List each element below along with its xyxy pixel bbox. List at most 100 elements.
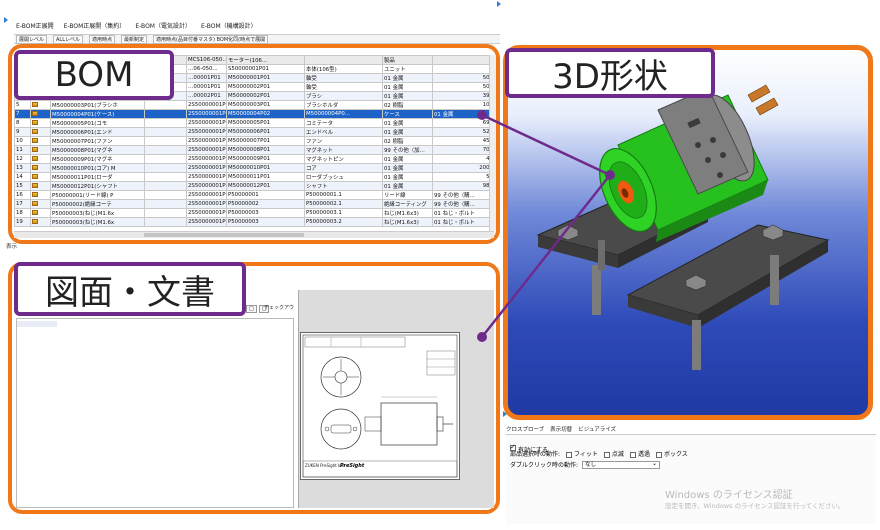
table-row[interactable]: 7M50000004P01(ケース)2S50000001P01M50000004… [14,109,495,119]
table-row[interactable]: 13 M50000010P01(コア) M 2S50000001P01M500000… [14,163,495,173]
tree-cell[interactable] [30,145,51,155]
item-cell: P50000002(絶縁コーテ [50,199,145,209]
parent-code-cell: 2S50000001P01 [186,190,227,200]
part-code-cell: M50000001P01 [226,73,305,83]
name-cell: 99 その他（加… [382,145,433,155]
expand-level-button[interactable]: 展開レベル [16,34,48,44]
parent-code-cell: 2S50000001P01 [186,154,227,164]
name-cell: リード線 [382,190,433,200]
item-cell: M50000008P01(マグネ [50,145,145,155]
panel-collapse-icon[interactable] [497,1,501,7]
checkbox[interactable] [655,451,662,458]
table-row[interactable]: 14 M50000011P01(ローダ 2S50000001P01M50000011… [14,172,495,182]
item-cell: M50000011P01(ローダ [50,172,145,182]
tab-display-toggle[interactable]: 表示切替 [550,425,572,433]
part-code-cell: P50000001 [226,190,305,200]
select-action-label: 部品選択時の動作: [510,451,561,458]
item-cell: P50000003(ねじ(M1.6x [50,208,145,218]
tree-cell[interactable] [30,172,51,182]
tree-cell[interactable] [30,181,51,191]
option-label: フィット [574,451,598,458]
checkout-button[interactable]: チェックアウ [264,304,294,311]
revision-cell: 本体(106型) [304,64,383,74]
tab-ebom-aggregated[interactable]: E-BOM正展開（集約） [64,21,126,30]
tree-cell[interactable] [30,199,51,209]
part-icon [32,156,38,161]
tree-cell[interactable] [30,217,51,227]
latest-button[interactable]: 最新制定 [121,34,148,44]
item-cell: P50000003(ねじ(M1.6x [50,217,145,227]
row-number-cell: 19 [14,217,31,227]
category-cell [432,64,495,74]
name-cell: ケース [382,109,433,119]
part-code-cell: M50000012P01 [226,181,305,191]
tab-visualize[interactable]: ビジュアライズ [578,425,616,433]
tree-cell[interactable] [30,100,51,110]
table-row[interactable]: 17 P50000002(絶縁コーテ 2S50000001P01P50000002P… [14,199,495,209]
name-cell: 01 金属 [382,154,433,164]
tree-cell[interactable] [30,154,51,164]
doc-tool-button[interactable]: □ [246,305,257,313]
table-row[interactable]: 8 M50000005P01(コモ 2S50000001P01M50000005P0… [14,118,495,128]
row-number-cell: 12 [14,154,31,164]
tab-ebom[interactable]: E-BOM正展開 [16,21,54,30]
tab-ebom-mechanical[interactable]: E-BOM（機構設計） [201,21,257,30]
tab-ebom-electrical[interactable]: E-BOM（電気設計） [135,21,191,30]
part-code-cell: M50000002P01 [226,91,305,101]
table-row[interactable]: 5 M50000003P01(ブラシホ 2S50000001P01M50000003… [14,100,495,110]
table-row[interactable]: 15 M50000012P01(シャフト 2S50000001P01M5000001… [14,181,495,191]
scroll-thumb[interactable] [144,233,304,237]
tab-cross-probe[interactable]: クロスプローブ [506,425,544,433]
panel-collapse-icon[interactable] [4,17,8,23]
option-blink[interactable]: 点滅 [603,449,624,458]
parent-code-cell: 2S50000001P01 [186,100,227,110]
header-cell: モーター(106... [226,55,305,65]
table-row[interactable]: 16P50000001(リード線) P2S50000001P01P5000000… [14,190,495,200]
option-transparent[interactable]: 透過 [629,449,650,458]
bom-horizontal-scrollbar[interactable] [14,231,494,238]
table-row[interactable]: 9 M50000006P01(エンド 2S50000001P01M50000006P… [14,127,495,137]
spacer-cell [144,154,187,164]
item-cell: P50000001(リード線) P [50,190,145,200]
revision-cell: マグネット [304,145,383,155]
apply-time-button[interactable]: 適用時点 [89,34,116,44]
part-code-cell: M50000010P01 [226,163,305,173]
motor-drawing [302,334,458,478]
callout-bom: BOM [14,50,174,100]
list-item[interactable] [17,321,57,327]
double-click-select[interactable]: なし [582,460,661,469]
option-box[interactable]: ボックス [655,449,688,458]
tree-cell[interactable] [30,136,51,146]
tree-cell[interactable] [30,208,51,218]
row-number-cell: 18 [14,208,31,218]
checkbox[interactable] [603,451,610,458]
table-row[interactable]: 10 M50000007P01(ファン 2S50000001P01M50000007… [14,136,495,146]
option-fit[interactable]: フィット [566,449,598,458]
part-code-cell: M50000005P01 [226,118,305,128]
parent-code-cell: 2S50000001P01 [186,127,227,137]
spacer-cell [144,136,187,146]
table-row[interactable]: 18P50000003(ねじ(M1.6x2S50000001P01P500000… [14,208,495,218]
category-cell: 690 [432,118,495,128]
tree-cell[interactable] [30,109,51,119]
property-panel [506,434,876,524]
part-code-cell: M50000011P01 [226,172,305,182]
table-row[interactable]: 19P50000003(ねじ(M1.6x2S50000001P01P500000… [14,217,495,227]
table-row[interactable]: 11 M50000008P01(マグネ 2S50000001P01M50000008… [14,145,495,155]
tree-cell[interactable] [30,127,51,137]
tree-cell[interactable] [30,163,51,173]
item-cell: M50000010P01(コア) M [50,163,145,173]
table-row[interactable]: 12 M50000009P01(マグネ 2S50000001P01M50000009… [14,154,495,164]
tree-cell[interactable] [30,118,51,128]
revision-cell: M50000004P0... [304,109,383,119]
part-code-cell: P50000003 [226,208,305,218]
tree-cell[interactable] [30,190,51,200]
bom-vertical-scrollbar[interactable] [489,55,496,231]
checkbox[interactable] [566,451,573,458]
all-levels-button[interactable]: ALLレベル [53,34,84,44]
apply-time-expand-button[interactable]: 適用時点(品目付番マスタ) BOM化同(時点で展開 [153,34,269,44]
motor-3d-model[interactable] [508,50,868,415]
checkbox[interactable] [629,451,636,458]
part-icon [32,183,38,188]
row-number-cell: 9 [14,127,31,137]
